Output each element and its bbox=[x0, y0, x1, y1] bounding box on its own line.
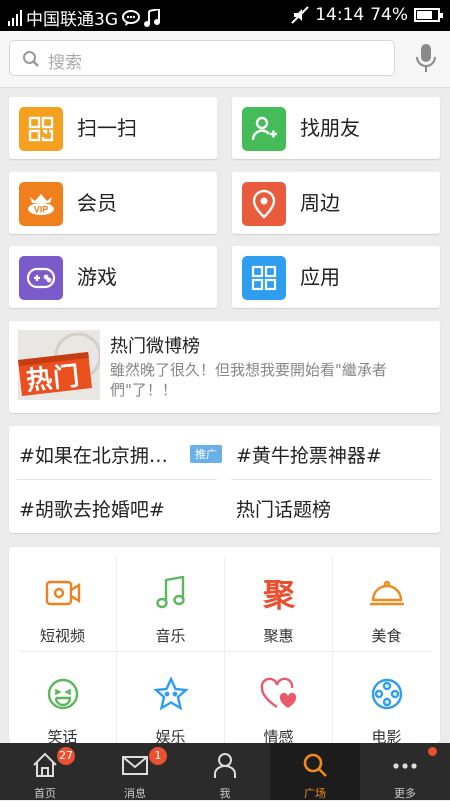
topic-link[interactable]: #胡歌去抢婚吧# bbox=[19, 495, 165, 522]
mute-icon bbox=[291, 6, 309, 24]
star-icon bbox=[149, 672, 193, 716]
category-grid: 短视频 音乐 聚 聚惠 美食 笑话 娱乐 情感 电影 bbox=[9, 547, 440, 743]
promo-badge: 推广 bbox=[190, 445, 222, 463]
battery-percent: 74% bbox=[370, 5, 408, 25]
deals-icon: 聚 bbox=[262, 576, 295, 614]
category-label: 音乐 bbox=[155, 627, 186, 645]
bottom-tab-bar: 27 首页 1 消息 我 广场 更多 bbox=[0, 743, 450, 800]
hot-weibo-card[interactable]: 热门 热门微博榜 雖然晚了很久！但我想我要開始看"繼承者們"了！！ bbox=[9, 321, 440, 413]
add-friend-icon bbox=[242, 107, 286, 151]
mail-icon bbox=[122, 756, 148, 775]
heart-icon bbox=[257, 672, 301, 716]
games-label: 游戏 bbox=[77, 265, 117, 289]
tab-label: 更多 bbox=[394, 787, 416, 800]
category-movies[interactable]: 电影 bbox=[333, 652, 440, 743]
search-placeholder: 搜索 bbox=[48, 53, 82, 73]
scan-tile[interactable]: 扫一扫 bbox=[9, 97, 217, 159]
hot-topics-link[interactable]: 热门话题榜 bbox=[236, 495, 331, 522]
tab-label: 我 bbox=[219, 787, 231, 800]
music-notification-icon bbox=[144, 8, 160, 27]
category-label: 美食 bbox=[371, 627, 402, 645]
vip-icon: VIP bbox=[19, 182, 63, 226]
user-icon bbox=[214, 753, 236, 778]
svg-text:VIP: VIP bbox=[34, 205, 49, 215]
category-label: 娱乐 bbox=[155, 728, 186, 743]
location-icon bbox=[242, 182, 286, 226]
notification-badge: 27 bbox=[57, 747, 75, 765]
tab-more[interactable]: 更多 bbox=[360, 743, 450, 800]
food-icon bbox=[365, 571, 409, 615]
laugh-icon bbox=[41, 672, 85, 716]
topic-link[interactable]: #如果在北京拥… bbox=[19, 441, 168, 468]
category-short-video[interactable]: 短视频 bbox=[9, 551, 116, 649]
category-label: 情感 bbox=[263, 728, 294, 743]
find-friends-tile[interactable]: 找朋友 bbox=[232, 97, 440, 159]
tab-discover[interactable]: 广场 bbox=[270, 743, 360, 800]
hot-subtitle: 雖然晚了很久！但我想我要開始看"繼承者們"了！！ bbox=[110, 361, 387, 399]
category-entertainment[interactable]: 娱乐 bbox=[117, 652, 224, 743]
tab-label: 广场 bbox=[304, 787, 326, 800]
vip-label: 会员 bbox=[77, 191, 117, 215]
divider bbox=[231, 479, 431, 480]
category-music[interactable]: 音乐 bbox=[117, 551, 224, 649]
nearby-tile[interactable]: 周边 bbox=[232, 172, 440, 234]
category-label: 笑话 bbox=[47, 728, 78, 743]
hot-thumbnail: 热门 bbox=[18, 330, 100, 400]
music-icon bbox=[149, 571, 193, 615]
search-input[interactable]: 搜索 bbox=[9, 40, 395, 76]
film-icon bbox=[365, 672, 409, 716]
scan-icon bbox=[19, 107, 63, 151]
apps-icon bbox=[242, 256, 286, 300]
topic-link[interactable]: #黄牛抢票神器# bbox=[236, 441, 382, 468]
tab-label: 消息 bbox=[124, 787, 146, 800]
status-bar: 中国联通3G 14:14 74% bbox=[0, 0, 450, 31]
tab-profile[interactable]: 我 bbox=[180, 743, 270, 800]
apps-tile[interactable]: 应用 bbox=[232, 246, 440, 308]
video-icon bbox=[41, 571, 85, 615]
nearby-label: 周边 bbox=[300, 191, 340, 215]
new-dot-badge bbox=[428, 747, 437, 756]
notification-badge: 1 bbox=[149, 747, 167, 765]
tab-label: 首页 bbox=[34, 787, 56, 800]
more-icon bbox=[393, 763, 417, 769]
topics-card: #如果在北京拥… 推广 #黄牛抢票神器# #胡歌去抢婚吧# 热门话题榜 bbox=[9, 426, 440, 533]
clock: 14:14 bbox=[315, 5, 365, 25]
home-icon bbox=[33, 752, 57, 777]
games-tile[interactable]: 游戏 bbox=[9, 246, 217, 308]
category-food[interactable]: 美食 bbox=[333, 551, 440, 649]
divider bbox=[17, 479, 217, 480]
carrier-label: 中国联通3G bbox=[26, 10, 118, 30]
microphone-icon[interactable] bbox=[415, 43, 437, 75]
category-jokes[interactable]: 笑话 bbox=[9, 652, 116, 743]
category-label: 短视频 bbox=[39, 627, 85, 645]
category-label: 电影 bbox=[371, 728, 402, 743]
category-label: 聚惠 bbox=[263, 627, 294, 645]
scan-label: 扫一扫 bbox=[77, 116, 137, 140]
find-friends-label: 找朋友 bbox=[300, 116, 360, 140]
search-icon bbox=[303, 753, 327, 777]
hot-badge-text: 热门 bbox=[24, 361, 82, 397]
tab-messages[interactable]: 1 消息 bbox=[90, 743, 180, 800]
hot-title: 热门微博榜 bbox=[110, 336, 200, 357]
apps-label: 应用 bbox=[300, 265, 340, 289]
search-icon bbox=[23, 51, 39, 67]
chat-notification-icon bbox=[122, 9, 140, 26]
gamepad-icon bbox=[19, 256, 63, 300]
battery-icon bbox=[414, 8, 443, 22]
search-bar: 搜索 bbox=[0, 31, 450, 88]
vip-tile[interactable]: VIP 会员 bbox=[9, 172, 217, 234]
category-emotion[interactable]: 情感 bbox=[225, 652, 332, 743]
category-deals[interactable]: 聚 聚惠 bbox=[225, 551, 332, 649]
signal-icon bbox=[8, 9, 22, 26]
tab-home[interactable]: 27 首页 bbox=[0, 743, 90, 800]
